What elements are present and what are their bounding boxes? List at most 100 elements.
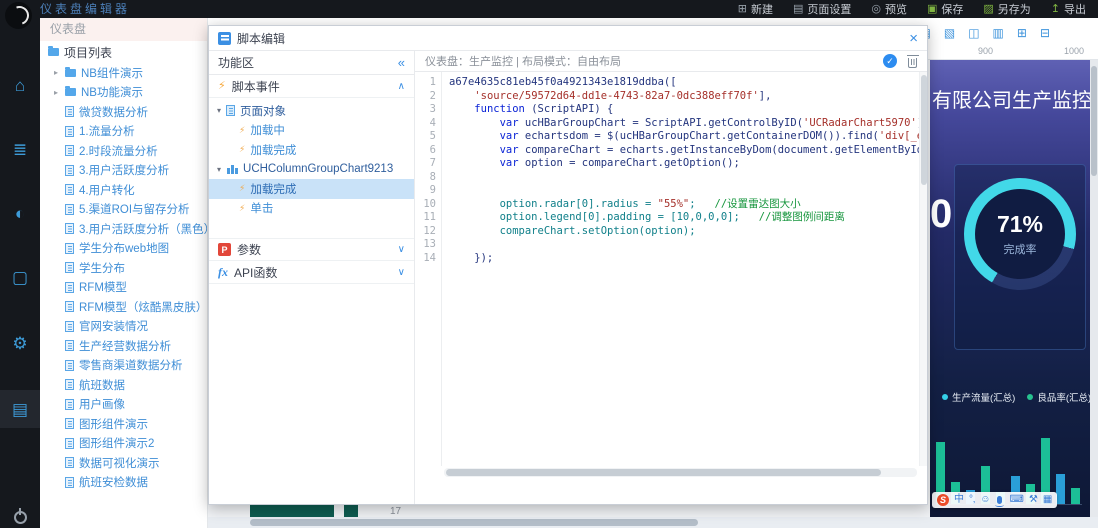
sidebar-item[interactable]: 4.用户转化 (40, 180, 207, 200)
completion-gauge: 71% 完成率 (964, 178, 1076, 290)
sidebar-item-label: RFM模型（炫酷黑皮肤） (79, 301, 208, 314)
keyboard-icon[interactable]: ⌨ (1009, 495, 1023, 505)
event-tree-item[interactable]: ⚡ 加载中 (209, 121, 414, 141)
sidebar-item[interactable]: 航班安检数据 (40, 473, 207, 493)
canvas-fit-icon[interactable]: ⊟ (1040, 27, 1050, 39)
line-number: 5 (429, 130, 436, 142)
sidebar-item[interactable]: 用户画像 (40, 395, 207, 415)
sidebar-item[interactable]: 图形组件演示2 (40, 434, 207, 454)
section-parameters[interactable]: P 参数 ∨ (209, 238, 414, 261)
ruler-mark-900: 900 (978, 46, 994, 56)
sidebar-item-label: 4.用户转化 (79, 184, 135, 197)
skin-grid-icon[interactable]: ▦ (1043, 495, 1052, 505)
canvas-add-icon[interactable]: ⊞ (1017, 27, 1027, 39)
hscroll-thumb[interactable] (250, 519, 698, 526)
sidebar-item[interactable]: 微贷数据分析 (40, 102, 207, 122)
trash-icon[interactable] (906, 54, 919, 68)
rail-item-monitor[interactable]: ▢ (0, 258, 40, 296)
line-number: 6 (429, 143, 436, 156)
sidebar-item[interactable]: 1.流量分析 (40, 122, 207, 142)
rail-item-power[interactable] (0, 498, 40, 528)
canvas-align-icon[interactable]: ▥ (993, 27, 1004, 39)
line-number: 7 (429, 157, 436, 169)
event-tree-item-label: 加载完成 (250, 183, 297, 196)
sidebar-item-label: 图形组件演示2 (79, 438, 155, 451)
canvas-panel-icon[interactable]: ◫ (968, 27, 979, 39)
sidebar-item[interactable]: 数据可视化演示 (40, 453, 207, 473)
sidebar-item[interactable]: 官网安装情况 (40, 317, 207, 337)
section-api-functions[interactable]: fx API函数 ∨ (209, 261, 414, 284)
rail-item-palette[interactable]: ◐ (0, 194, 40, 232)
document-icon (65, 184, 74, 196)
event-tree-item-label: 页面对象 (240, 105, 287, 118)
chinese-mode-icon[interactable]: 中 (954, 495, 964, 505)
rail-item-settings-gears[interactable]: ⚙ (0, 324, 40, 362)
vscroll-thumb[interactable] (1091, 66, 1097, 176)
canvas-horizontal-scrollbar[interactable] (208, 517, 1098, 528)
event-tree-item[interactable]: ⚡ 加载完成 (209, 179, 414, 199)
sidebar-item[interactable]: 生产经营数据分析 (40, 336, 207, 356)
emoji-icon[interactable]: ☺ (980, 495, 990, 505)
preview-button[interactable]: ◎ 预览 (871, 1, 907, 17)
dialog-title: 脚本编辑 (237, 31, 286, 46)
sidebar-item[interactable]: RFM模型 (40, 278, 207, 298)
document-icon: ▤ (11, 399, 29, 419)
code-editor[interactable]: 1 2 3 4 5 6 7 8 9 10 11 12 13 14 a67e4635c81eb45f0a49… (415, 72, 927, 466)
rail-item-data-layers[interactable]: ≣ (0, 130, 40, 168)
save-as-icon: ▨ (983, 2, 994, 15)
document-icon (65, 125, 74, 137)
line-number: 1 (429, 76, 436, 88)
column-chart-icon (226, 164, 238, 175)
canvas-vertical-scrollbar[interactable] (1090, 60, 1098, 517)
dashboard-preview: 有限公司生产监控 0 71% 完成率 生产流量(汇总) 良品率(汇总) S 中 °‚ ☺… (930, 60, 1090, 517)
sidebar-item[interactable]: 学生分布 (40, 258, 207, 278)
code-line: compareChart.setOption(option); (449, 224, 696, 237)
function-area-panel: 功能区 « ⚡ 脚本事件 ∧ ▾ 页面对象 ⚡ 加载中 ⚡ 加载完成 ▾ UCHColumnG… (209, 51, 415, 504)
save-as-button[interactable]: ▨ 另存为 (983, 1, 1030, 17)
event-lightning-icon: ⚡ (239, 124, 246, 135)
editor-horizontal-scrollbar[interactable] (444, 468, 917, 477)
chevron-down-icon[interactable]: ∨ (398, 267, 405, 278)
rail-item-document[interactable]: ▤ (0, 390, 40, 428)
toolbox-icon[interactable]: ⚒ (1029, 495, 1038, 505)
event-tree-item[interactable]: ⚡ 加载完成 (209, 140, 414, 160)
sidebar-item[interactable]: 图形组件演示 (40, 414, 207, 434)
line-number: 9 (429, 184, 436, 196)
sidebar-item[interactable]: 5.渠道ROI与留存分析 (40, 200, 207, 220)
sidebar-item[interactable]: 航班数据 (40, 375, 207, 395)
sidebar-item[interactable]: RFM模型（炫酷黑皮肤） (40, 297, 207, 317)
chevron-down-icon[interactable]: ∨ (398, 244, 405, 255)
event-tree-item[interactable]: ▾ 页面对象 (209, 101, 414, 121)
gauge-label: 完成率 (1003, 244, 1037, 256)
sidebar-item[interactable]: ▸ NB组件演示 (40, 63, 207, 83)
project-list-root[interactable]: 项目列表 (40, 41, 207, 63)
editor-vertical-scrollbar[interactable] (919, 72, 927, 466)
code-lines[interactable]: a67e4635c81eb45f0a4921343e1819ddba([ 'so… (442, 72, 919, 466)
event-tree-item[interactable]: ⚡ 单击 (209, 199, 414, 219)
collapse-panel-icon[interactable]: « (398, 55, 405, 70)
new-button[interactable]: ⊞ 新建 (738, 1, 773, 17)
microphone-icon[interactable] (995, 496, 1005, 507)
document-icon (65, 223, 74, 235)
sidebar-item[interactable]: 3.用户活跃度分析 (40, 161, 207, 181)
sidebar-item[interactable]: 2.时段流量分析 (40, 141, 207, 161)
event-tree-item[interactable]: ▾ UCHColumnGroupChart9213 (209, 160, 414, 180)
code-line: 'source/59572d64-dd1e-4743-82a7-0dc388ef… (474, 89, 772, 102)
sidebar-item[interactable]: 3.用户活跃度分析（黑色） (40, 219, 207, 239)
chevron-up-icon[interactable]: ∧ (398, 81, 405, 92)
sidebar-item[interactable]: 零售商渠道数据分析 (40, 356, 207, 376)
section-script-events[interactable]: ⚡ 脚本事件 ∧ (209, 75, 414, 98)
canvas-layout-icon[interactable]: ▧ (944, 27, 955, 39)
sogou-logo-icon[interactable]: S (937, 494, 949, 506)
rail-item-home[interactable]: ⌂ (0, 66, 40, 104)
app-logo[interactable] (5, 2, 32, 29)
page-settings-button[interactable]: ▤ 页面设置 (793, 1, 851, 17)
fullwidth-mode-icon[interactable]: °‚ (969, 495, 975, 505)
confirm-check-icon[interactable]: ✓ (883, 54, 897, 68)
close-icon[interactable]: × (909, 31, 918, 46)
sidebar-item[interactable]: 学生分布web地图 (40, 239, 207, 259)
sidebar-item[interactable]: ▸ NB功能演示 (40, 83, 207, 103)
folder-icon (48, 46, 59, 56)
save-button[interactable]: ▣ 保存 (927, 1, 963, 17)
export-button[interactable]: ↥ 导出 (1051, 1, 1086, 17)
